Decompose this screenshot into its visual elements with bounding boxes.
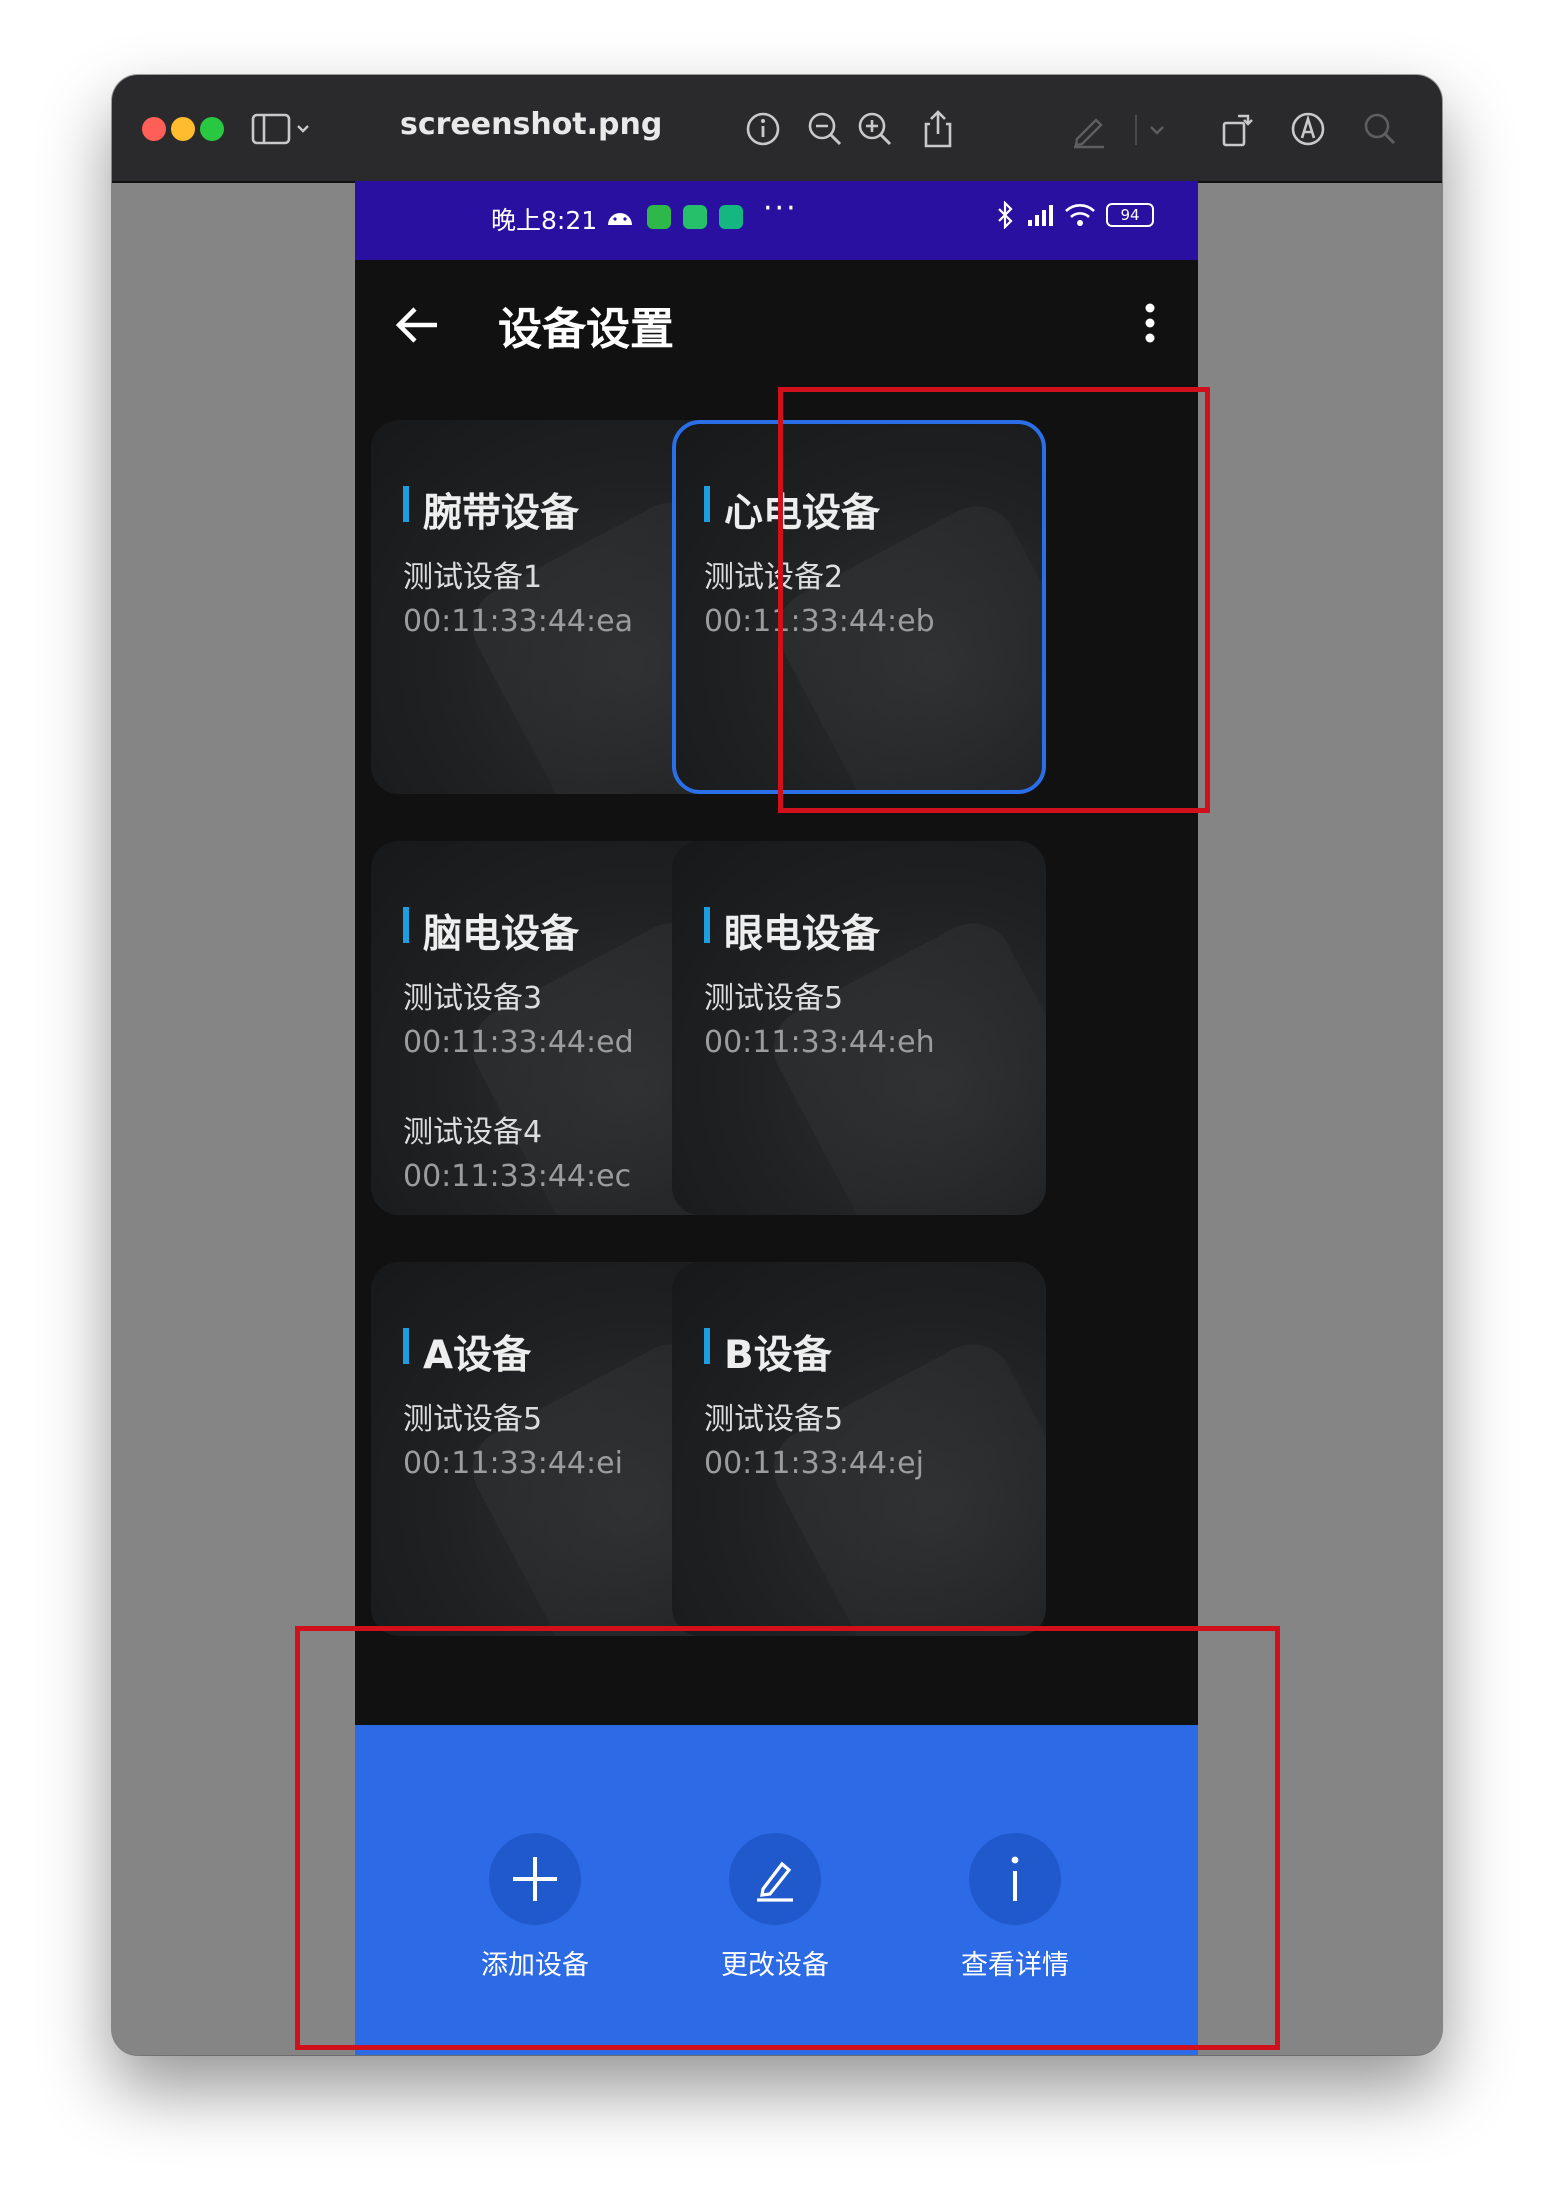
rotate-icon[interactable] bbox=[1216, 108, 1258, 150]
device-name: 测试设备1 bbox=[403, 560, 543, 595]
device-card-eog[interactable]: 眼电设备 测试设备5 00:11:33:44:eh bbox=[672, 841, 1046, 1215]
app-notification-icon bbox=[647, 205, 671, 229]
device-card-b[interactable]: B设备 测试设备5 00:11:33:44:ej bbox=[672, 1262, 1046, 1636]
notification-icons bbox=[605, 205, 743, 229]
device-mac: 00:11:33:44:ed bbox=[403, 1025, 634, 1060]
device-mac: 00:11:33:44:ej bbox=[704, 1446, 924, 1481]
window-titlebar: screenshot.png bbox=[112, 75, 1442, 183]
device-mac: 00:11:33:44:ei bbox=[403, 1446, 623, 1481]
accent-bar bbox=[403, 1328, 409, 1364]
tool-notification-icon bbox=[683, 205, 707, 229]
status-bar: 晚上8:21 ··· 94 bbox=[355, 181, 1198, 260]
system-status-icons: 94 bbox=[996, 201, 1154, 229]
zoom-out-icon[interactable] bbox=[804, 108, 846, 150]
card-title: 眼电设备 bbox=[704, 903, 880, 959]
device-name: 测试设备3 bbox=[403, 981, 543, 1016]
android-icon bbox=[608, 213, 632, 225]
more-vert-icon[interactable] bbox=[1140, 298, 1160, 348]
card-title: 脑电设备 bbox=[403, 903, 579, 959]
zoom-in-icon[interactable] bbox=[854, 108, 896, 150]
card-title-text: 腕带设备 bbox=[423, 491, 580, 536]
device-name: 测试设备4 bbox=[403, 1115, 543, 1150]
accent-bar bbox=[403, 907, 409, 943]
window-title: screenshot.png bbox=[400, 107, 663, 142]
page-title: 设备设置 bbox=[498, 304, 674, 355]
card-title-text: 眼电设备 bbox=[724, 912, 881, 957]
card-title-text: A设备 bbox=[423, 1333, 532, 1378]
device-mac: 00:11:33:44:ec bbox=[403, 1159, 632, 1194]
card-title: B设备 bbox=[704, 1324, 832, 1380]
card-title: 腕带设备 bbox=[403, 482, 579, 538]
card-title-text: B设备 bbox=[724, 1333, 832, 1378]
device-name: 测试设备5 bbox=[704, 981, 844, 1016]
device-name: 测试设备5 bbox=[704, 1402, 844, 1437]
device-mac: 00:11:33:44:ea bbox=[403, 604, 633, 639]
wifi-icon bbox=[1065, 204, 1095, 226]
shield-notification-icon bbox=[719, 205, 743, 229]
close-window-button[interactable] bbox=[142, 117, 166, 141]
signal-icon bbox=[1028, 205, 1053, 226]
battery-icon: 94 bbox=[1106, 203, 1154, 227]
app-bar: 设备设置 bbox=[355, 260, 1198, 390]
markup-pen-icon[interactable] bbox=[1068, 108, 1110, 150]
toolbar-divider bbox=[1135, 115, 1137, 145]
accent-bar bbox=[704, 1328, 710, 1364]
accent-bar bbox=[403, 486, 409, 522]
share-icon[interactable] bbox=[917, 108, 959, 150]
device-name: 测试设备5 bbox=[403, 1402, 543, 1437]
bluetooth-icon bbox=[998, 201, 1013, 229]
info-icon[interactable] bbox=[742, 108, 784, 150]
back-arrow-icon[interactable] bbox=[393, 300, 443, 350]
annotation-box-bottom-panel bbox=[295, 1626, 1280, 2050]
accent-bar bbox=[704, 486, 710, 522]
sidebar-toggle-icon[interactable] bbox=[250, 108, 312, 150]
annotate-icon[interactable] bbox=[1287, 108, 1329, 150]
more-notifications-icon: ··· bbox=[763, 191, 798, 226]
zoom-window-button[interactable] bbox=[200, 117, 224, 141]
card-title: A设备 bbox=[403, 1324, 531, 1380]
accent-bar bbox=[704, 907, 710, 943]
chevron-down-icon[interactable] bbox=[1142, 108, 1172, 150]
annotation-box-ecg-card bbox=[778, 387, 1210, 813]
search-icon[interactable] bbox=[1359, 108, 1401, 150]
status-time: 晚上8:21 bbox=[491, 206, 598, 235]
card-title-text: 脑电设备 bbox=[423, 912, 580, 957]
minimize-window-button[interactable] bbox=[171, 117, 195, 141]
device-mac: 00:11:33:44:eh bbox=[704, 1025, 935, 1060]
